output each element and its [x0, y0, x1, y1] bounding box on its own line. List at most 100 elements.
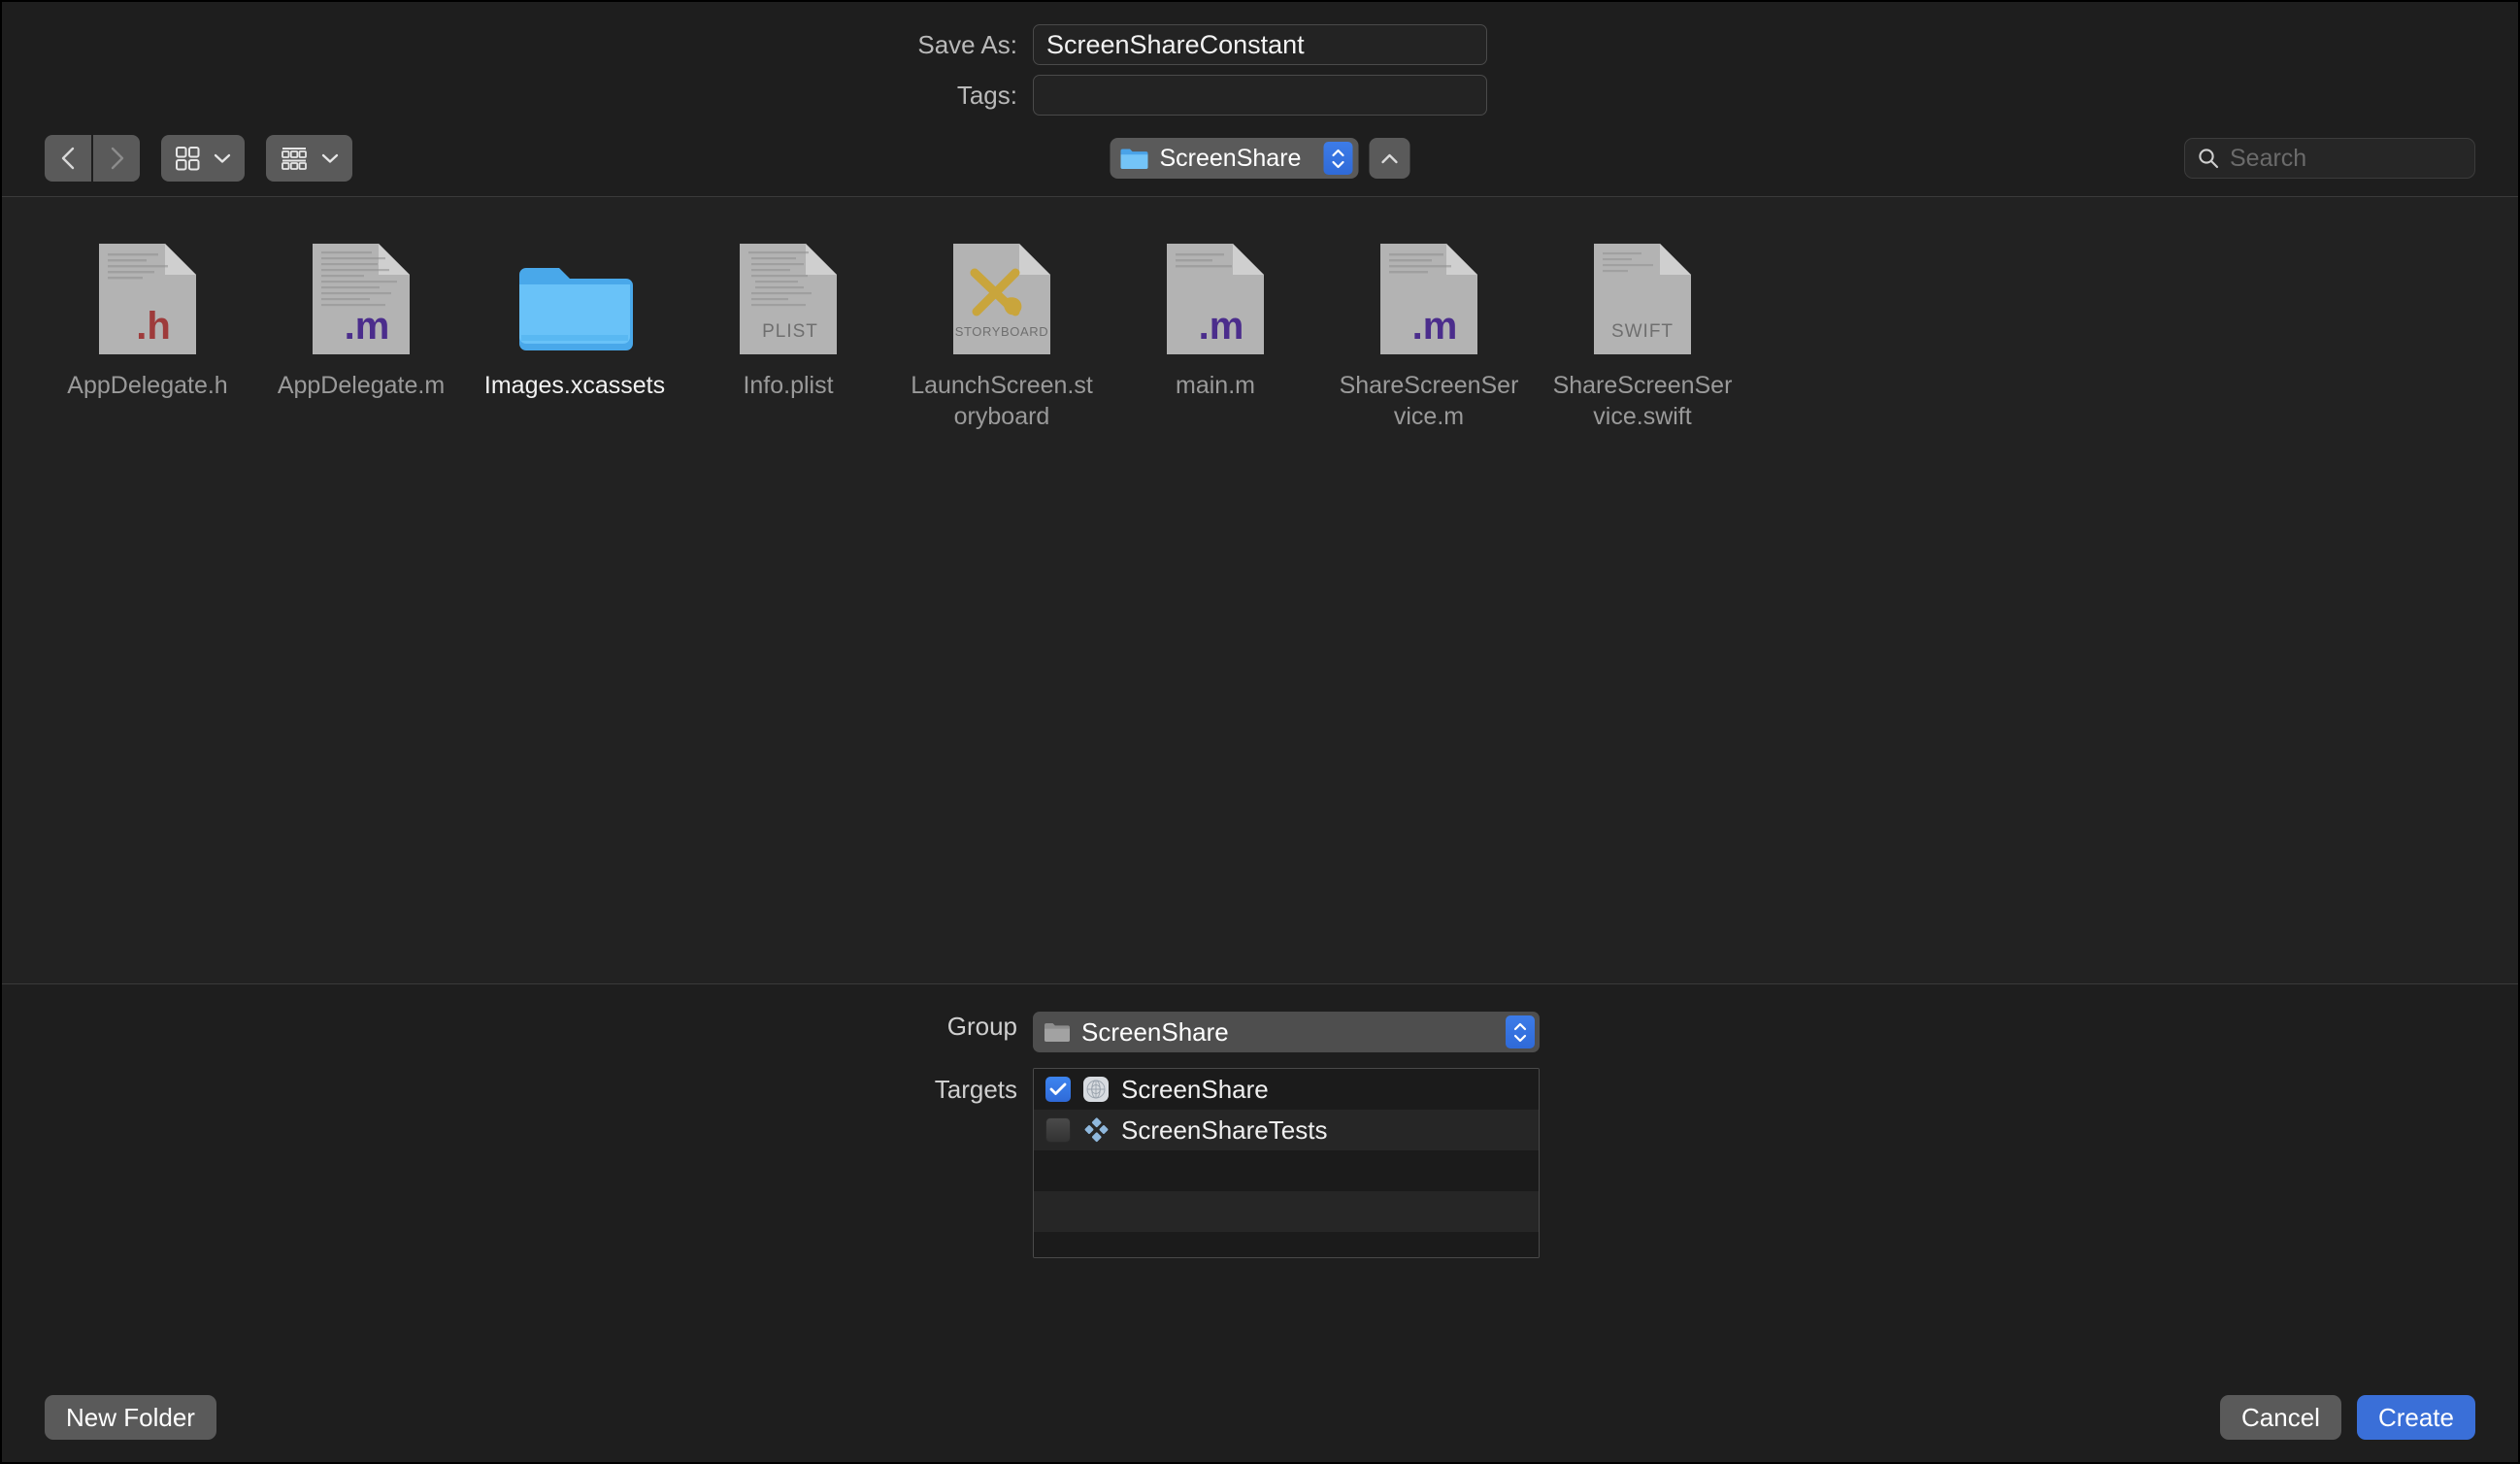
file-name: AppDelegate.m — [277, 372, 446, 399]
chevron-up-icon — [1381, 153, 1398, 163]
file-item[interactable]: .m main.m — [1109, 240, 1322, 432]
new-folder-button[interactable]: New Folder — [45, 1395, 216, 1440]
file-name: ShareScreenService.m — [1339, 372, 1519, 430]
target-list-item[interactable]: ScreenShareTests — [1034, 1110, 1539, 1150]
file-grid: .h AppDelegate.h .m AppDelegate.m Images… — [41, 240, 2479, 432]
storyboard-file-icon: STORYBOARD — [953, 244, 1050, 354]
target-list-item-empty — [1034, 1191, 1539, 1232]
file-name: Images.xcassets — [483, 372, 666, 399]
group-label: Group — [946, 1012, 1017, 1041]
file-item[interactable]: .m AppDelegate.m — [254, 240, 468, 432]
file-item[interactable]: .h AppDelegate.h — [41, 240, 254, 432]
svg-text:PLIST: PLIST — [762, 321, 818, 342]
location-controls: ScreenShare — [1110, 138, 1410, 179]
toolbar: ScreenShare Search — [2, 120, 2518, 196]
svg-text:SWIFT: SWIFT — [1611, 321, 1674, 342]
file-browser[interactable]: .h AppDelegate.h .m AppDelegate.m Images… — [2, 197, 2518, 983]
file-icon-slot: .h — [93, 240, 202, 358]
svg-text:.m: .m — [1412, 305, 1458, 348]
cancel-button[interactable]: Cancel — [2220, 1395, 2341, 1440]
file-icon-slot: PLIST — [734, 240, 843, 358]
footer-actions: Cancel Create — [2220, 1395, 2475, 1440]
location-name: ScreenShare — [1159, 144, 1302, 172]
app-target-icon — [1083, 1077, 1109, 1102]
file-name: LaunchScreen.storyboard — [911, 372, 1093, 430]
svg-text:.m: .m — [345, 305, 390, 348]
folder-icon — [519, 268, 633, 350]
group-view-icon — [282, 147, 307, 170]
tags-input[interactable] — [1033, 75, 1487, 116]
file-icon-slot: .m — [1161, 240, 1270, 358]
group-view-button[interactable] — [266, 135, 352, 182]
grid-view-icon — [176, 146, 200, 170]
file-icon-slot: .m — [1375, 240, 1483, 358]
icon-view-button[interactable] — [161, 135, 245, 182]
file-item[interactable]: PLIST Info.plist — [681, 240, 895, 432]
svg-text:STORYBOARD: STORYBOARD — [955, 324, 1049, 339]
chevron-left-icon — [61, 147, 75, 170]
chevron-down-icon — [214, 153, 231, 163]
file-name: Info.plist — [743, 372, 834, 399]
file-item[interactable]: STORYBOARD LaunchScreen.storyboard — [895, 240, 1109, 432]
save-as-input[interactable] — [1033, 24, 1487, 65]
tags-row: Tags: — [2, 70, 2518, 120]
forward-button[interactable] — [93, 135, 140, 182]
targets-label: Targets — [934, 1075, 1017, 1104]
chevron-up-icon — [1332, 149, 1344, 156]
folder-icon — [1044, 1023, 1070, 1042]
footer: New Folder Cancel Create — [2, 1373, 2518, 1462]
folder-icon — [1120, 149, 1148, 169]
source-h-file-icon: .h — [99, 244, 196, 354]
file-item[interactable]: SWIFT ShareScreenService.swift — [1536, 240, 1749, 432]
go-up-button[interactable] — [1369, 138, 1410, 179]
target-name: ScreenShare — [1121, 1074, 1269, 1104]
back-button[interactable] — [45, 135, 91, 182]
accessory-panel: Group ScreenShare Targets ScreenShare Sc… — [2, 984, 2518, 1373]
file-icon-slot — [515, 240, 634, 358]
swift-file-icon: SWIFT — [1594, 244, 1691, 354]
navigation-buttons — [45, 135, 140, 182]
save-dialog: Save As: Tags: — [0, 0, 2520, 1464]
file-name: ShareScreenService.swift — [1552, 372, 1733, 430]
search-field[interactable]: Search — [2184, 138, 2475, 179]
chevron-right-icon — [111, 147, 124, 170]
save-as-label: Save As: — [917, 29, 1017, 59]
target-list-item[interactable]: ScreenShare — [1034, 1069, 1539, 1110]
file-name: AppDelegate.h — [67, 372, 228, 399]
test-target-icon — [1084, 1117, 1109, 1143]
target-checkbox-unchecked[interactable] — [1045, 1117, 1071, 1143]
target-name: ScreenShareTests — [1121, 1115, 1328, 1145]
chevron-up-icon — [1513, 1022, 1527, 1030]
location-popup-button[interactable]: ScreenShare — [1110, 138, 1359, 179]
checkmark-icon — [1049, 1082, 1067, 1095]
file-icon-slot: SWIFT — [1588, 240, 1697, 358]
target-list-item-empty — [1034, 1232, 1539, 1257]
chevron-down-icon — [1332, 160, 1344, 168]
file-icon-slot: STORYBOARD — [947, 240, 1056, 358]
search-placeholder: Search — [2230, 144, 2307, 172]
group-stepper[interactable] — [1506, 1015, 1535, 1048]
save-fields-area: Save As: Tags: — [2, 2, 2518, 120]
target-list-item-empty — [1034, 1150, 1539, 1191]
file-icon-slot: .m — [307, 240, 415, 358]
plist-file-icon: PLIST — [740, 244, 837, 354]
svg-text:.h: .h — [136, 305, 171, 348]
location-stepper[interactable] — [1323, 142, 1353, 175]
source-m-file-icon: .m — [313, 244, 410, 354]
chevron-down-icon — [1513, 1034, 1527, 1042]
file-name: main.m — [1176, 372, 1255, 399]
source-m-file-icon: .m — [1380, 244, 1477, 354]
group-row: Group ScreenShare — [2, 1012, 2518, 1052]
group-value: ScreenShare — [1081, 1016, 1229, 1047]
file-item[interactable]: Images.xcassets — [468, 240, 681, 432]
target-checkbox-checked[interactable] — [1045, 1077, 1071, 1102]
group-popup-button[interactable]: ScreenShare — [1033, 1012, 1540, 1052]
chevron-down-icon — [321, 153, 339, 163]
save-as-row: Save As: — [2, 19, 2518, 70]
search-icon — [2199, 149, 2219, 169]
svg-text:.m: .m — [1199, 305, 1244, 348]
targets-list[interactable]: ScreenShare ScreenShareTests — [1033, 1068, 1540, 1258]
targets-row: Targets ScreenShare ScreenShareTests — [2, 1068, 2518, 1258]
file-item[interactable]: .m ShareScreenService.m — [1322, 240, 1536, 432]
create-button[interactable]: Create — [2356, 1395, 2475, 1440]
